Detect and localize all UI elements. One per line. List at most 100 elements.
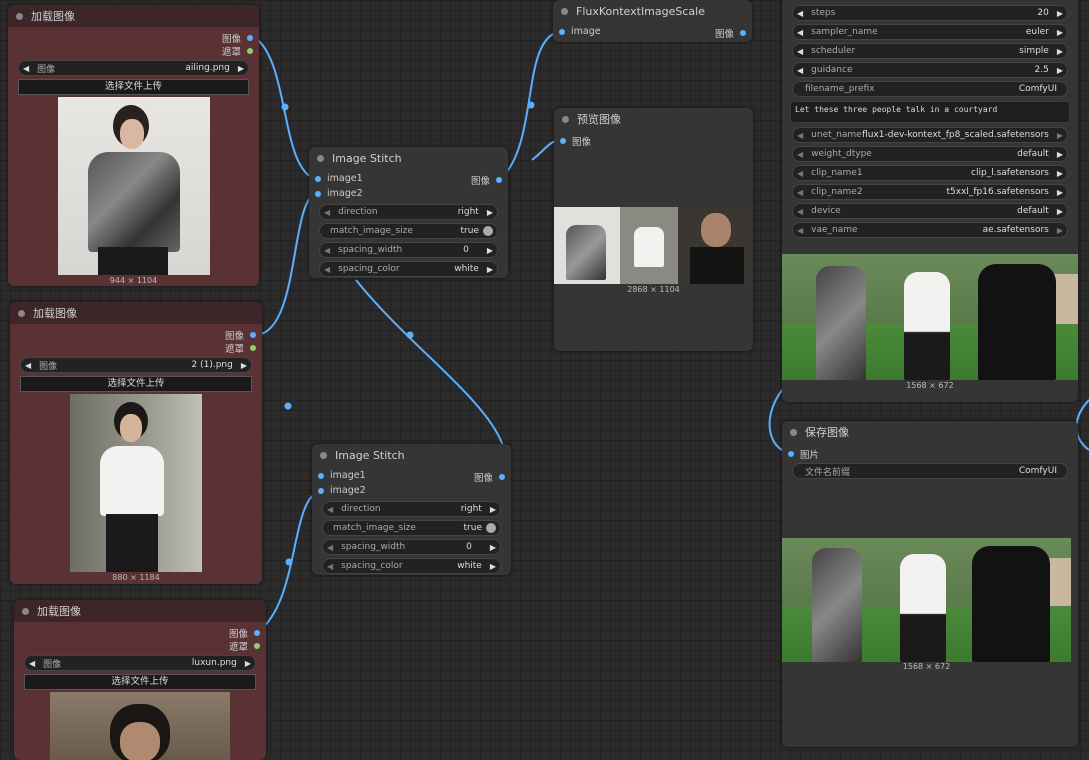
arrow-left-icon[interactable]: ◀ bbox=[323, 562, 337, 571]
arrow-left-icon[interactable]: ◀ bbox=[793, 188, 807, 197]
arrow-left-icon[interactable]: ◀ bbox=[21, 361, 35, 370]
arrow-left-icon[interactable]: ◀ bbox=[19, 64, 33, 73]
weight-dtype-combo[interactable]: ◀ weight_dtype default ▶ bbox=[792, 146, 1068, 162]
save-image-node[interactable]: 保存图像 图片 文件名前缀 ComfyUI 1568 × 672 bbox=[782, 421, 1078, 747]
arrow-left-icon[interactable]: ◀ bbox=[320, 246, 334, 255]
arrow-right-icon[interactable]: ▶ bbox=[241, 659, 255, 668]
arrow-right-icon[interactable]: ▶ bbox=[1053, 150, 1067, 159]
input-image1-slot[interactable]: image1 bbox=[315, 173, 363, 184]
unet-name-combo[interactable]: ◀ unet_name flux1-dev-kontext_fp8_scaled.s… bbox=[792, 127, 1068, 143]
arrow-left-icon[interactable]: ◀ bbox=[320, 208, 334, 217]
node-header[interactable]: 加载图像 bbox=[8, 5, 259, 27]
arrow-left-icon[interactable]: ◀ bbox=[25, 659, 39, 668]
spacing-width-number[interactable]: ◀ spacing_width 0 ▶ bbox=[322, 539, 501, 555]
preview-image-node[interactable]: 预览图像 图像 2868 × 1104 bbox=[554, 108, 753, 351]
toggle-knob-icon[interactable] bbox=[483, 226, 493, 236]
node-header[interactable]: 保存图像 bbox=[782, 421, 1078, 443]
image-stitch-node-2[interactable]: Image Stitch image1 图像 image2 ◀ direction r… bbox=[312, 444, 511, 575]
spacing-color-combo[interactable]: ◀ spacing_color white ▶ bbox=[322, 558, 501, 574]
arrow-left-icon[interactable]: ◀ bbox=[793, 169, 807, 178]
node-header[interactable]: 加载图像 bbox=[14, 600, 266, 622]
arrow-left-icon[interactable]: ◀ bbox=[793, 66, 807, 75]
device-combo[interactable]: ◀ device default ▶ bbox=[792, 203, 1068, 219]
arrow-left-icon[interactable]: ◀ bbox=[793, 131, 807, 140]
collapse-dot-icon[interactable] bbox=[22, 607, 29, 615]
output-mask-slot[interactable]: 遮罩 bbox=[229, 639, 260, 653]
input-images-slot[interactable]: 图片 bbox=[788, 447, 819, 461]
arrow-right-icon[interactable]: ▶ bbox=[486, 562, 500, 571]
collapse-dot-icon[interactable] bbox=[562, 115, 569, 123]
filename-prefix-field[interactable]: 文件名前缀 ComfyUI bbox=[792, 463, 1068, 479]
load-image-node-1[interactable]: 加载图像 图像 遮罩 ◀ 图像 ailing.png ▶ 选择文件上传 944 × 1… bbox=[8, 5, 259, 286]
steps-number[interactable]: ◀ steps 20 ▶ bbox=[792, 5, 1068, 21]
filename-prefix-field[interactable]: filename_prefix ComfyUI bbox=[792, 81, 1068, 97]
arrow-left-icon[interactable]: ◀ bbox=[320, 265, 334, 274]
spacing-color-combo[interactable]: ◀ spacing_color white ▶ bbox=[319, 261, 498, 277]
arrow-right-icon[interactable]: ▶ bbox=[483, 265, 497, 274]
input-image-slot[interactable]: image bbox=[559, 26, 601, 37]
node-header[interactable]: Image Stitch bbox=[312, 444, 511, 466]
upload-button[interactable]: 选择文件上传 bbox=[18, 79, 249, 95]
collapse-dot-icon[interactable] bbox=[561, 7, 568, 15]
prompt-textarea[interactable]: Let these three people talk in a courtya… bbox=[790, 101, 1070, 123]
arrow-right-icon[interactable]: ▶ bbox=[1053, 169, 1067, 178]
arrow-right-icon[interactable]: ▶ bbox=[1053, 66, 1067, 75]
upload-button[interactable]: 选择文件上传 bbox=[24, 674, 256, 690]
output-mask-slot[interactable]: 遮罩 bbox=[225, 341, 256, 355]
upload-button[interactable]: 选择文件上传 bbox=[20, 376, 252, 392]
match-image-size-toggle[interactable]: match_image_size true bbox=[322, 520, 501, 536]
arrow-right-icon[interactable]: ▶ bbox=[1053, 207, 1067, 216]
node-header[interactable]: Image Stitch bbox=[309, 147, 508, 169]
collapse-dot-icon[interactable] bbox=[16, 12, 23, 20]
load-image-node-2[interactable]: 加载图像 图像 遮罩 ◀ 图像 2 (1).png ▶ 选择文件上传 880 × 11… bbox=[10, 302, 262, 584]
collapse-dot-icon[interactable] bbox=[18, 309, 25, 317]
output-image-slot[interactable]: 图像 bbox=[715, 26, 746, 40]
collapse-dot-icon[interactable] bbox=[790, 428, 797, 436]
image-select[interactable]: ◀ 图像 2 (1).png ▶ bbox=[20, 357, 252, 373]
match-image-size-toggle[interactable]: match_image_size true bbox=[319, 223, 498, 239]
arrow-right-icon[interactable]: ▶ bbox=[1053, 47, 1067, 56]
guidance-number[interactable]: ◀ guidance 2.5 ▶ bbox=[792, 62, 1068, 78]
input-image-slot[interactable]: 图像 bbox=[560, 134, 591, 148]
collapse-dot-icon[interactable] bbox=[320, 451, 327, 459]
arrow-left-icon[interactable]: ◀ bbox=[793, 28, 807, 37]
node-header[interactable]: 预览图像 bbox=[554, 108, 753, 130]
spacing-width-number[interactable]: ◀ spacing_width 0 ▶ bbox=[319, 242, 498, 258]
input-image2-slot[interactable]: image2 bbox=[315, 188, 363, 199]
vae-name-combo[interactable]: ◀ vae_name ae.safetensors ▶ bbox=[792, 222, 1068, 238]
arrow-right-icon[interactable]: ▶ bbox=[486, 543, 500, 552]
node-header[interactable]: 加载图像 bbox=[10, 302, 262, 324]
arrow-right-icon[interactable]: ▶ bbox=[1053, 131, 1067, 140]
input-image2-slot[interactable]: image2 bbox=[318, 485, 366, 496]
arrow-right-icon[interactable]: ▶ bbox=[1053, 28, 1067, 37]
sampler-panel[interactable]: ◀ steps 20 ▶ ◀ sampler_name euler ▶ ◀ scheduler… bbox=[782, 0, 1078, 402]
arrow-right-icon[interactable]: ▶ bbox=[237, 361, 251, 370]
arrow-right-icon[interactable]: ▶ bbox=[1053, 226, 1067, 235]
arrow-right-icon[interactable]: ▶ bbox=[234, 64, 248, 73]
arrow-right-icon[interactable]: ▶ bbox=[1053, 188, 1067, 197]
arrow-left-icon[interactable]: ◀ bbox=[323, 543, 337, 552]
load-image-node-3[interactable]: 加载图像 图像 遮罩 ◀ 图像 luxun.png ▶ 选择文件上传 bbox=[14, 600, 266, 760]
arrow-right-icon[interactable]: ▶ bbox=[483, 246, 497, 255]
collapse-dot-icon[interactable] bbox=[317, 154, 324, 162]
arrow-left-icon[interactable]: ◀ bbox=[793, 47, 807, 56]
sampler-name-combo[interactable]: ◀ sampler_name euler ▶ bbox=[792, 24, 1068, 40]
clip-name1-combo[interactable]: ◀ clip_name1 clip_l.safetensors ▶ bbox=[792, 165, 1068, 181]
scheduler-combo[interactable]: ◀ scheduler simple ▶ bbox=[792, 43, 1068, 59]
arrow-left-icon[interactable]: ◀ bbox=[793, 150, 807, 159]
input-image1-slot[interactable]: image1 bbox=[318, 470, 366, 481]
direction-combo[interactable]: ◀ direction right ▶ bbox=[319, 204, 498, 220]
clip-name2-combo[interactable]: ◀ clip_name2 t5xxl_fp16.safetensors ▶ bbox=[792, 184, 1068, 200]
image-select[interactable]: ◀ 图像 luxun.png ▶ bbox=[24, 655, 256, 671]
arrow-left-icon[interactable]: ◀ bbox=[793, 9, 807, 18]
flux-kontext-image-scale-node[interactable]: FluxKontextImageScale image 图像 bbox=[553, 0, 752, 42]
arrow-left-icon[interactable]: ◀ bbox=[323, 505, 337, 514]
image-stitch-node-1[interactable]: Image Stitch image1 图像 image2 ◀ direction r… bbox=[309, 147, 508, 278]
arrow-right-icon[interactable]: ▶ bbox=[1053, 9, 1067, 18]
node-header[interactable]: FluxKontextImageScale bbox=[553, 0, 752, 22]
toggle-knob-icon[interactable] bbox=[486, 523, 496, 533]
output-mask-slot[interactable]: 遮罩 bbox=[222, 44, 253, 58]
direction-combo[interactable]: ◀ direction right ▶ bbox=[322, 501, 501, 517]
arrow-right-icon[interactable]: ▶ bbox=[483, 208, 497, 217]
arrow-left-icon[interactable]: ◀ bbox=[793, 207, 807, 216]
